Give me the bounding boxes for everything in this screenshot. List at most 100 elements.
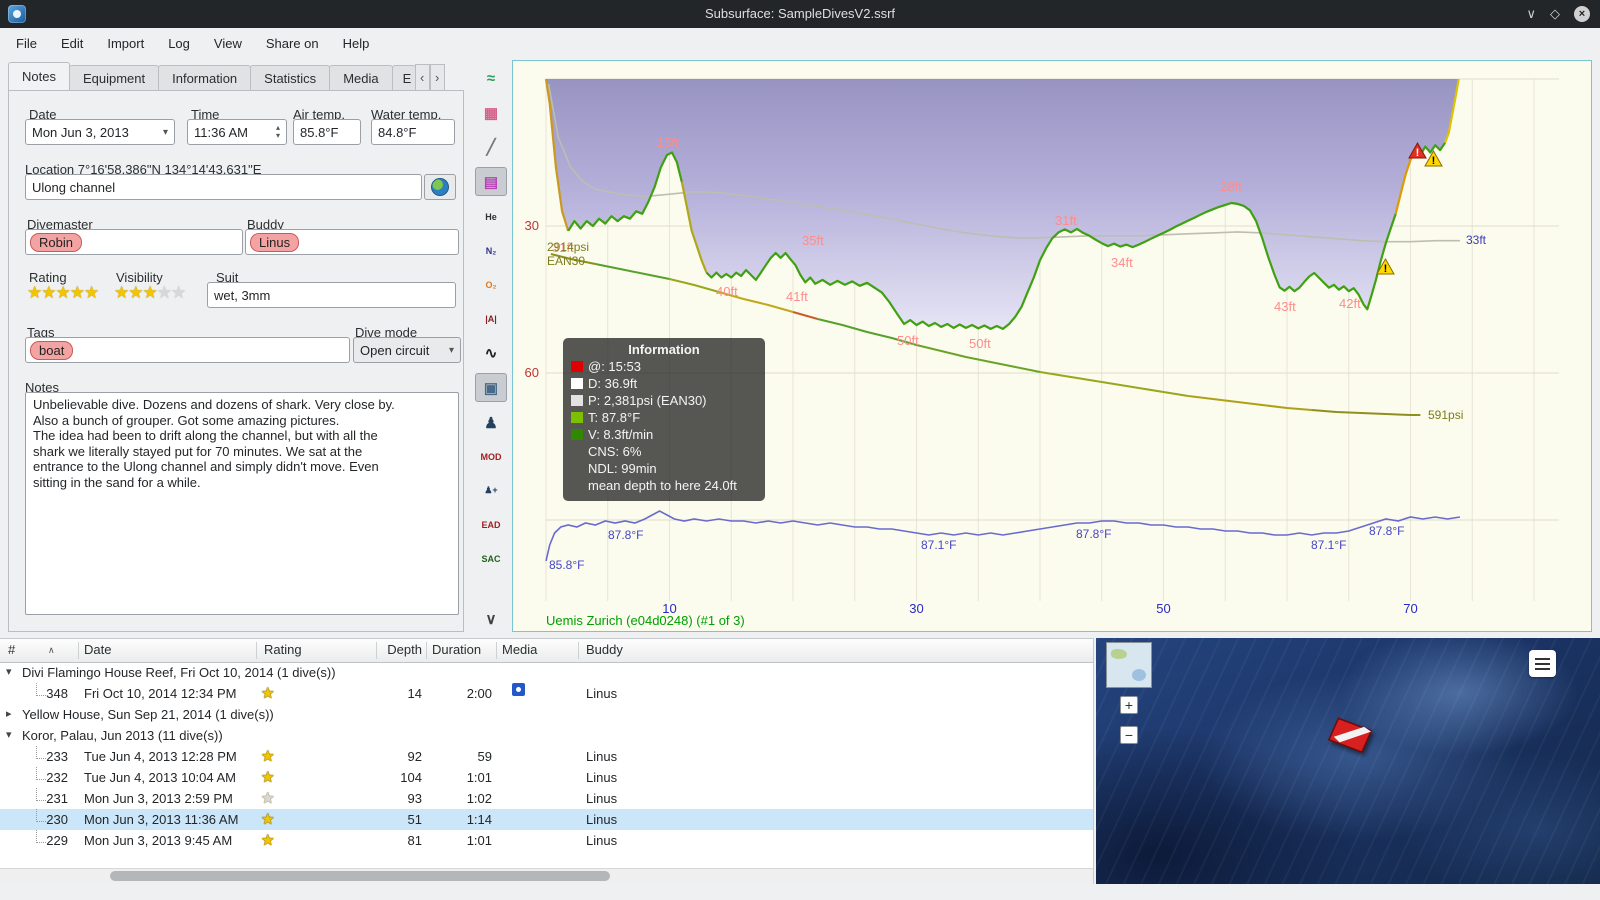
trip-row[interactable]: ▾ Divi Flamingo House Reef, Fri Oct 10, 2… — [0, 662, 1093, 683]
dive-list[interactable]: # ∧ Date Rating Depth Duration Media Bud… — [0, 638, 1094, 884]
time-spinbox[interactable]: 11:36 AM ▴ ▾ — [187, 119, 287, 145]
ceiling-icon[interactable]: ▦ — [476, 99, 506, 126]
star-filled-icon[interactable]: ★ — [261, 746, 274, 767]
star-filled-icon[interactable]: ★ — [27, 283, 42, 302]
dive-row[interactable]: 230 Mon Jun 3, 2013 11:36 AM ★ ★ ★ ★ ★ 51 1:14 Li… — [0, 809, 1093, 830]
tab-e[interactable]: E — [391, 65, 416, 91]
mod-icon[interactable]: MOD — [476, 443, 506, 470]
map-location-button[interactable] — [424, 174, 456, 200]
minimize-icon[interactable]: ∨ — [1526, 6, 1536, 22]
menu-item-share-on[interactable]: Share on — [254, 32, 331, 55]
dive-row[interactable]: 231 Mon Jun 3, 2013 2:59 PM ★ ★ ★ ★ ★ 93 1:02 Lin… — [0, 788, 1093, 809]
star-filled-icon[interactable]: ★ — [114, 283, 129, 302]
tissue-graph-icon[interactable]: |A| — [476, 305, 506, 332]
sac-icon[interactable]: SAC — [476, 545, 506, 572]
water-temp-field[interactable] — [371, 119, 455, 145]
map-panel[interactable]: + − — [1096, 638, 1600, 884]
expand-icon[interactable]: ▸ — [6, 704, 12, 725]
column-header-number[interactable]: # — [8, 639, 15, 661]
star-filled-icon[interactable]: ★ — [84, 283, 99, 302]
star-filled-icon[interactable]: ★ — [143, 283, 158, 302]
maximize-icon[interactable]: ◇ — [1550, 6, 1560, 22]
star-filled-icon[interactable]: ★ — [261, 809, 274, 830]
zoom-in-button[interactable]: + — [1120, 696, 1138, 714]
divemaster-field[interactable]: Robin — [25, 229, 243, 255]
spinner-arrows-icon[interactable]: ▴ ▾ — [276, 124, 280, 140]
star-filled-icon[interactable]: ★ — [41, 283, 56, 302]
tab-scroll-right-icon[interactable]: › — [429, 64, 445, 91]
star-filled-icon[interactable]: ★ — [128, 283, 143, 302]
trip-row[interactable]: ▾ Koror, Palau, Jun 2013 (11 dive(s)) — [0, 725, 1093, 746]
nitrogen-graph-icon[interactable]: N₂ — [476, 237, 506, 264]
air-temp-field[interactable] — [293, 119, 361, 145]
dive-row[interactable]: 229 Mon Jun 3, 2013 9:45 AM ★ ★ ★ ★ ★ 81 1:01 Lin… — [0, 830, 1093, 851]
horizontal-scrollbar[interactable] — [0, 868, 1093, 884]
zoom-out-button[interactable]: − — [1120, 726, 1138, 744]
menu-item-view[interactable]: View — [202, 32, 254, 55]
visibility-stars[interactable]: ★★★★★ — [114, 283, 186, 302]
column-header-date[interactable]: Date — [84, 639, 111, 661]
media-icon[interactable] — [512, 683, 525, 696]
tag-pill[interactable]: boat — [30, 340, 74, 360]
dc-ceiling-icon[interactable]: ♟ — [476, 409, 506, 436]
helium-graph-icon[interactable]: He — [476, 203, 506, 230]
star-empty-icon[interactable]: ★ — [261, 788, 274, 809]
ruler-icon[interactable]: ╱ — [476, 133, 506, 160]
menu-item-file[interactable]: File — [4, 32, 49, 55]
divemaster-tag[interactable]: Robin — [30, 232, 82, 252]
tab-scroll-left-icon[interactable]: ‹ — [414, 64, 430, 91]
buddy-tag[interactable]: Linus — [250, 232, 300, 252]
menu-item-log[interactable]: Log — [156, 32, 202, 55]
dive-mode-combobox[interactable]: Open circuit ▾ — [353, 337, 461, 363]
star-filled-icon[interactable]: ★ — [261, 767, 274, 788]
suit-field[interactable] — [207, 282, 456, 308]
date-combobox[interactable]: Mon Jun 3, 2013 ▾ — [25, 119, 175, 145]
map-menu-button[interactable] — [1529, 650, 1556, 677]
tab-media[interactable]: Media — [329, 65, 393, 91]
location-field[interactable] — [25, 174, 422, 200]
star-filled-icon[interactable]: ★ — [261, 683, 274, 704]
scrollbar-thumb[interactable] — [110, 871, 610, 881]
star-filled-icon[interactable]: ★ — [70, 283, 85, 302]
star-empty-icon[interactable]: ★ — [157, 283, 172, 302]
menu-item-help[interactable]: Help — [331, 32, 382, 55]
dive-row[interactable]: 232 Tue Jun 4, 2013 10:04 AM ★ ★ ★ ★ ★ 104 1:01 L… — [0, 767, 1093, 788]
oxygen-graph-icon[interactable]: O₂ — [476, 271, 506, 298]
column-header-depth[interactable]: Depth — [360, 639, 422, 661]
dive-row[interactable]: 348 Fri Oct 10, 2014 12:34 PM ★ ★ ★ ★ ★ 14 2:00 L… — [0, 683, 1093, 704]
trip-row[interactable]: ▸ Yellow House, Sun Sep 21, 2014 (1 dive(… — [0, 704, 1093, 725]
minimap-overview[interactable] — [1106, 642, 1152, 688]
notes-textarea[interactable]: Unbelievable dive. Dozens and dozens of … — [25, 392, 459, 615]
scr-icon[interactable]: ♟+ — [476, 477, 506, 504]
tags-field[interactable]: boat — [25, 337, 350, 363]
swimmer-icon[interactable]: ≈ — [476, 65, 506, 92]
column-header-media[interactable]: Media — [502, 639, 537, 661]
star-filled-icon[interactable]: ★ — [261, 830, 274, 851]
photos-icon[interactable]: ▣ — [475, 373, 507, 402]
dive-profile-panel[interactable]: 15ft 31ft 40ft 41ft 35ft 50ft 50ft 31ft 34ft 28ft… — [512, 60, 1592, 632]
menu-item-import[interactable]: Import — [95, 32, 156, 55]
tab-equipment[interactable]: Equipment — [68, 65, 160, 91]
heartrate-icon[interactable]: ∿ — [476, 339, 506, 366]
column-header-duration[interactable]: Duration — [432, 639, 481, 661]
calc-ceiling-icon[interactable]: ▤ — [475, 167, 507, 196]
dive-flag-marker[interactable] — [1324, 714, 1378, 762]
star-filled-icon[interactable]: ★ — [56, 283, 71, 302]
tab-statistics[interactable]: Statistics — [250, 65, 331, 91]
column-header-buddy[interactable]: Buddy — [586, 639, 623, 661]
scroll-more-icon[interactable]: ∨ — [476, 605, 506, 632]
star-empty-icon[interactable]: ★ — [171, 283, 186, 302]
menu-item-edit[interactable]: Edit — [49, 32, 95, 55]
tab-notes[interactable]: Notes — [8, 62, 70, 91]
ead-icon[interactable]: EAD — [476, 511, 506, 538]
tab-information[interactable]: Information — [158, 65, 252, 91]
sort-ascending-icon[interactable]: ∧ — [48, 639, 55, 661]
dive-row[interactable]: 233 Tue Jun 4, 2013 12:28 PM ★ ★ ★ ★ ★ 92 59 Linu… — [0, 746, 1093, 767]
collapse-icon[interactable]: ▾ — [6, 725, 12, 746]
rating-stars[interactable]: ★★★★★ — [27, 283, 99, 302]
collapse-icon[interactable]: ▾ — [6, 662, 12, 683]
title-bar[interactable]: Subsurface: SampleDivesV2.ssrf ∨ ◇ × — [0, 0, 1600, 28]
buddy-field[interactable]: Linus — [245, 229, 459, 255]
column-header-rating[interactable]: Rating — [264, 639, 302, 661]
close-icon[interactable]: × — [1574, 6, 1590, 22]
